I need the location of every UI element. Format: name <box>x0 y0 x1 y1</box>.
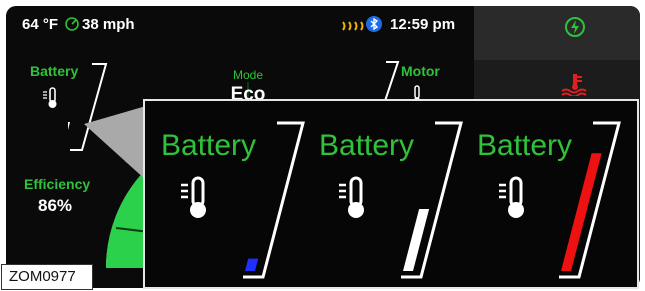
bluetooth-icon <box>366 16 382 32</box>
inset-thermometer-icon-1 <box>181 176 206 218</box>
battery-temp-icon <box>43 87 57 108</box>
inset-battery-gauge-high <box>559 121 621 279</box>
coolant-temp-icon <box>561 74 587 96</box>
vehicle-speed: 38 mph <box>82 16 135 33</box>
right-panel-header <box>474 6 640 60</box>
status-bar: 64 °F 38 mph 12:59 pm <box>6 6 474 42</box>
mode-label: Mode <box>232 68 264 82</box>
figure-caption: ZOM0977 <box>1 264 93 290</box>
wiper-heat-icon <box>342 21 364 31</box>
charge-plug-icon <box>565 17 585 37</box>
battery-temp-detail-inset: Battery Battery Battery <box>143 99 639 289</box>
motor-label: Motor <box>401 63 440 79</box>
eco-speed-icon <box>65 17 79 31</box>
gauge-frame <box>243 121 305 279</box>
inset-thermometer-icon-2 <box>339 176 364 218</box>
inset-thermometer-icon-3 <box>499 176 524 218</box>
outside-temperature: 64 °F <box>22 16 59 33</box>
inset-battery-gauge-normal <box>401 121 463 279</box>
efficiency-value: 86% <box>38 196 73 215</box>
clock: 12:59 pm <box>390 16 456 33</box>
gauge-level-fill <box>245 258 259 271</box>
inset-battery-gauge-low <box>243 121 305 279</box>
